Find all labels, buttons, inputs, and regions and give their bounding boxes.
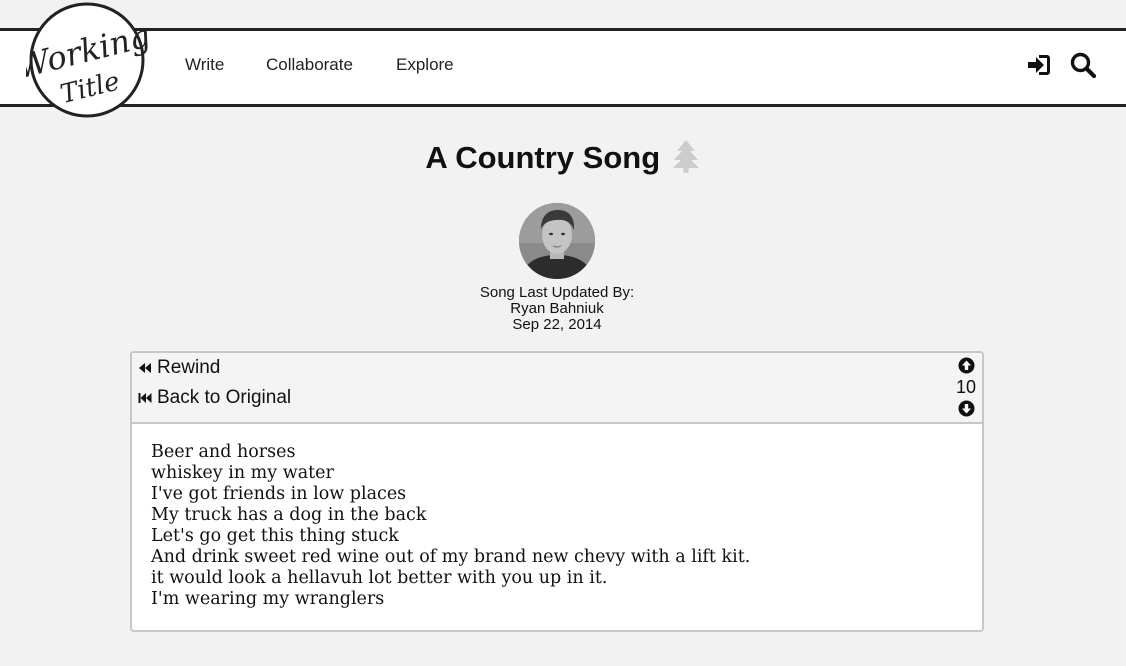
lyrics-panel: Rewind Back to Original 10 Beer and hors… — [130, 351, 984, 632]
lyrics-body[interactable]: Beer and horses whiskey in my water I've… — [151, 442, 962, 610]
fast-backward-icon — [138, 393, 152, 403]
back-to-original-button[interactable]: Back to Original — [138, 387, 291, 409]
vote-control: 10 — [955, 355, 977, 419]
nav-explore-link[interactable]: Explore — [396, 55, 454, 75]
top-navbar: Write Collaborate Explore — [0, 28, 1126, 107]
lyric-line: Beer and horses — [151, 442, 296, 462]
lyric-line: it would look a hellavuh lot better with… — [151, 568, 608, 588]
rewind-icon — [139, 363, 151, 373]
search-icon[interactable] — [1069, 51, 1097, 79]
lyric-line: Let's go get this thing stuck — [151, 526, 399, 546]
nav-collaborate-link[interactable]: Collaborate — [266, 55, 353, 75]
lyric-line: My truck has a dog in the back — [151, 505, 427, 525]
vote-count: 10 — [955, 377, 977, 397]
lyric-line: And drink sweet red wine out of my brand… — [151, 547, 751, 567]
author-name[interactable]: Ryan Bahniuk — [0, 301, 1114, 317]
back-to-original-label: Back to Original — [157, 387, 292, 408]
sign-in-icon[interactable] — [1025, 51, 1053, 79]
lyric-line: whiskey in my water — [151, 463, 334, 483]
updated-date: Sep 22, 2014 — [512, 316, 602, 333]
author-avatar[interactable] — [519, 203, 595, 279]
lyric-line: I've got friends in low places — [151, 484, 407, 504]
arrow-down-circle-icon[interactable] — [958, 400, 975, 417]
song-title-row: A Country Song — [0, 140, 1126, 176]
tree-icon — [671, 139, 701, 173]
working-title-logo[interactable]: Working Title Working Title — [26, 0, 148, 120]
song-title: A Country Song — [425, 140, 661, 175]
nav-write-link[interactable]: Write — [185, 55, 224, 75]
updated-label: Song Last Updated By: — [479, 284, 635, 301]
song-meta: Song Last Updated By: Ryan Bahniuk Sep 2… — [0, 285, 1114, 333]
rewind-button[interactable]: Rewind — [138, 357, 220, 379]
arrow-up-circle-icon[interactable] — [958, 357, 975, 374]
panel-header: Rewind Back to Original 10 — [132, 353, 982, 424]
lyric-line: I'm wearing my wranglers — [151, 589, 385, 609]
rewind-label: Rewind — [157, 357, 221, 378]
